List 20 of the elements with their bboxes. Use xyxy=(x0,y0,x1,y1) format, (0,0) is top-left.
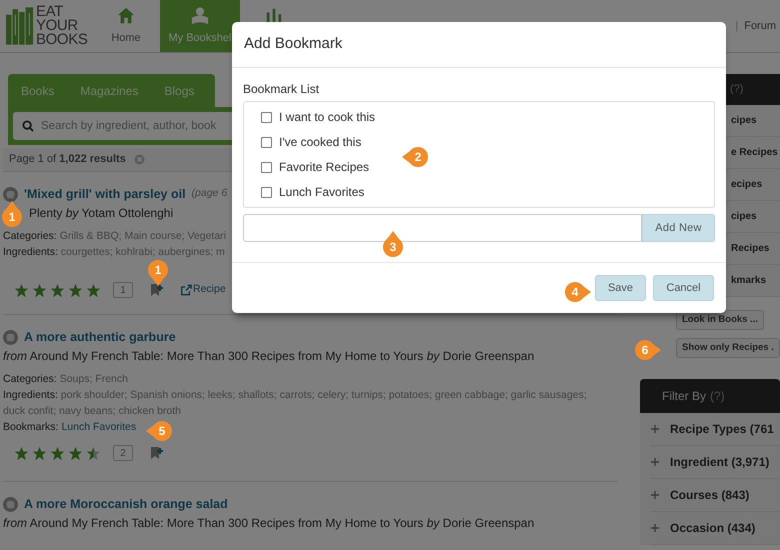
checkbox-label: I want to cook this xyxy=(279,109,376,126)
recipe-source: from Around My French Table: More Than 300 Recipes from My Home to Yours by Dorie Greenspan xyxy=(3,515,536,531)
dialog-title: Add Bookmark xyxy=(244,34,342,54)
recipe-source: from Around My French Table: More Than 300 Recipes from My Home to Yours by Dorie Greenspan xyxy=(3,348,536,364)
categories-list: Grills & BBQ; Main course; Vegetari xyxy=(60,228,226,244)
bookmarks-label: Bookmarks: xyxy=(3,420,58,435)
categories-list: Soups; French xyxy=(60,371,128,387)
field-label: Bookmark List xyxy=(243,81,320,97)
link-separator: | xyxy=(735,18,738,34)
ingredients-text: Ingredients: courgettes; kohlrabi; aubergines; m xyxy=(3,245,225,260)
ingredients-text: Ingredients: pork shoulder; Spanish onions; leeks; shallots; carrots; celery; turnips; potatoes; green cabbage; garlic sausages; duck confit; navy beans; chicken broth xyxy=(3,388,588,419)
results-summary: Page 1 of 1,022 results xyxy=(9,152,126,168)
checkbox-label: I've cooked this xyxy=(279,134,362,151)
categories-label: Categories: xyxy=(3,229,57,244)
filter-title: Filter By xyxy=(662,388,706,405)
categories-label: Categories: xyxy=(3,372,57,387)
checkbox-label: Favorite Recipes xyxy=(279,159,370,176)
page-reference: (page 6 xyxy=(192,186,228,202)
recipe-source: Plenty by Yotam Ottolenghi xyxy=(29,205,174,221)
checkbox-label: Lunch Favorites xyxy=(279,184,364,201)
